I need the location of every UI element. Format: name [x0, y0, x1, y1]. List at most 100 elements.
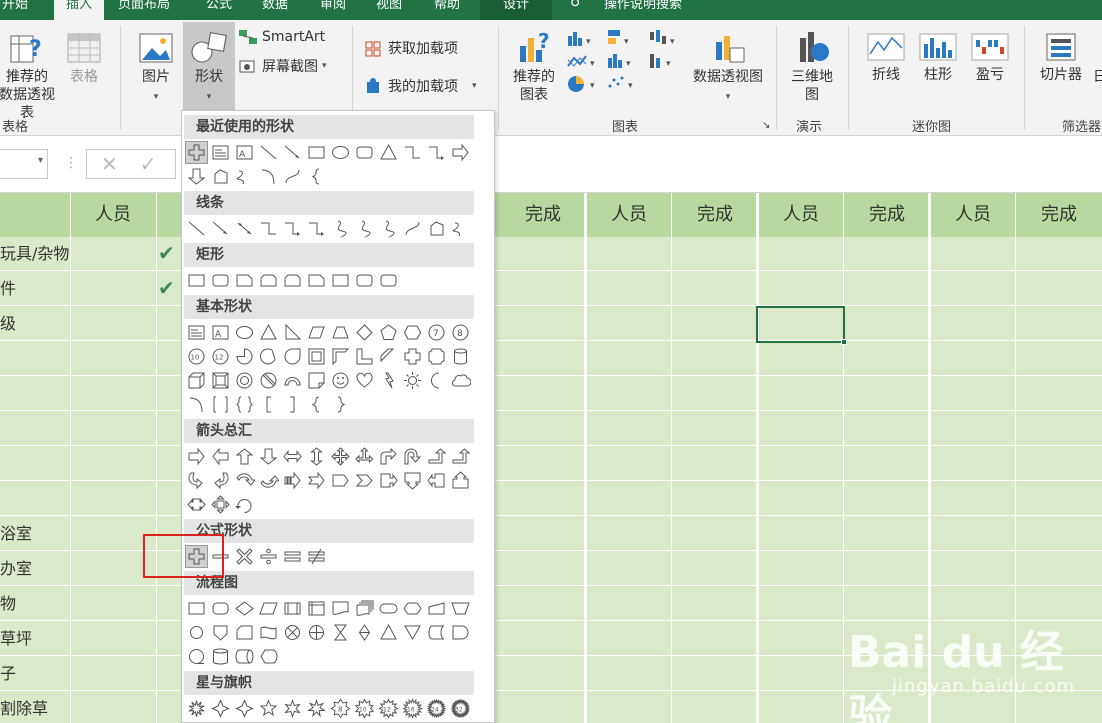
shape-item-icon[interactable]: 7 — [426, 322, 447, 343]
shape-item-icon[interactable] — [258, 166, 279, 187]
smartart-button[interactable]: SmartArt — [238, 28, 325, 46]
shape-item-icon[interactable] — [450, 598, 471, 619]
shape-item-icon[interactable] — [186, 218, 207, 239]
shape-item-icon[interactable] — [306, 446, 327, 467]
shape-item-icon[interactable] — [330, 346, 351, 367]
shape-item-icon[interactable] — [330, 322, 351, 343]
shape-item-icon[interactable] — [306, 346, 327, 367]
shape-item-icon[interactable] — [234, 346, 255, 367]
shape-item-icon[interactable] — [378, 322, 399, 343]
recommended-pivot-button[interactable]: ? 推荐的 数据透视表 — [0, 30, 56, 122]
shape-item-icon[interactable]: 8 — [330, 698, 351, 719]
shape-item-icon[interactable] — [354, 598, 375, 619]
shape-item-icon[interactable] — [354, 322, 375, 343]
shape-item-icon[interactable] — [210, 142, 231, 163]
shape-item-icon[interactable] — [330, 270, 351, 291]
shape-item-icon[interactable] — [378, 446, 399, 467]
shape-item-icon[interactable] — [210, 270, 231, 291]
shape-item-icon[interactable] — [402, 142, 423, 163]
shape-item-icon[interactable] — [354, 346, 375, 367]
shape-item-icon[interactable] — [210, 494, 231, 515]
shape-item-icon[interactable] — [186, 270, 207, 291]
shape-item-icon[interactable] — [282, 622, 303, 643]
shape-item-icon[interactable] — [450, 142, 471, 163]
shape-item-icon[interactable] — [450, 622, 471, 643]
shape-item-icon[interactable] — [330, 218, 351, 239]
shape-item-icon[interactable]: 12 — [210, 346, 231, 367]
chart-types-icon[interactable]: ▾ ▾ ▾ ▾ ▾ ▾ ▾ ▾ — [566, 28, 686, 110]
shape-item-icon[interactable] — [234, 270, 255, 291]
shape-item-icon[interactable]: 32 — [450, 698, 471, 719]
shape-item-icon[interactable] — [402, 346, 423, 367]
shape-item-icon[interactable] — [258, 346, 279, 367]
shape-item-icon[interactable] — [306, 370, 327, 391]
shape-item-icon[interactable] — [354, 470, 375, 491]
picture-button[interactable]: 图片 ▾ — [132, 30, 180, 106]
shape-item-icon[interactable] — [186, 370, 207, 391]
tab-view[interactable]: 视图 — [374, 0, 404, 20]
shape-item-icon[interactable] — [426, 370, 447, 391]
shape-item-icon[interactable] — [186, 322, 207, 343]
cancel-icon[interactable]: ✕ — [101, 152, 118, 176]
my-addins-button[interactable]: 我的加载项 ▾ — [364, 76, 477, 96]
shape-item-icon[interactable] — [234, 470, 255, 491]
shape-item-icon[interactable] — [282, 546, 303, 567]
shape-item-icon[interactable] — [426, 622, 447, 643]
shape-item-icon[interactable] — [210, 622, 231, 643]
shape-item-icon[interactable] — [330, 394, 351, 415]
shape-item-icon[interactable] — [258, 322, 279, 343]
shape-item-icon[interactable] — [282, 142, 303, 163]
shape-item-icon[interactable] — [450, 370, 471, 391]
shape-item-icon[interactable] — [426, 142, 447, 163]
tab-design[interactable]: 设计 — [480, 0, 552, 20]
shape-item-icon[interactable] — [258, 370, 279, 391]
sparkline-line-button[interactable]: 折线 — [864, 30, 908, 84]
shape-item-icon[interactable] — [210, 166, 231, 187]
shape-item-icon[interactable] — [378, 346, 399, 367]
shape-item-icon[interactable] — [282, 698, 303, 719]
shape-item-icon[interactable]: 10 — [186, 346, 207, 367]
enter-icon[interactable]: ✓ — [140, 152, 157, 176]
shape-item-icon[interactable] — [306, 622, 327, 643]
shape-item-icon[interactable] — [426, 218, 447, 239]
shape-item-icon[interactable] — [282, 218, 303, 239]
shape-item-icon[interactable] — [354, 446, 375, 467]
shape-item-icon[interactable] — [306, 598, 327, 619]
shape-item-icon[interactable] — [306, 470, 327, 491]
resize-handle-icon[interactable]: ⋮ — [64, 155, 78, 171]
shape-item-icon[interactable] — [234, 698, 255, 719]
shape-item-icon[interactable] — [282, 394, 303, 415]
get-addins-button[interactable]: 获取加载项 — [364, 38, 458, 58]
tab-review[interactable]: 审阅 — [318, 0, 348, 20]
shape-item-icon[interactable] — [234, 598, 255, 619]
shape-item-icon[interactable] — [186, 446, 207, 467]
shape-item-icon[interactable] — [402, 370, 423, 391]
sparkline-winloss-button[interactable]: 盈亏 — [968, 30, 1012, 84]
shape-item-icon[interactable] — [354, 370, 375, 391]
pivot-chart-button[interactable]: 数据透视图 ▾ — [688, 28, 768, 106]
shape-item-icon[interactable] — [402, 598, 423, 619]
shape-item-icon[interactable] — [354, 218, 375, 239]
shape-item-icon[interactable] — [234, 546, 255, 567]
shape-item-icon[interactable] — [306, 394, 327, 415]
shape-item-icon[interactable] — [234, 370, 255, 391]
shape-item-icon[interactable]: 16 — [402, 697, 423, 719]
shape-item-icon[interactable] — [186, 646, 207, 667]
shape-item-icon[interactable] — [282, 446, 303, 467]
shape-item-icon[interactable] — [234, 646, 255, 667]
tab-help[interactable]: 帮助 — [432, 0, 462, 20]
shape-item-icon[interactable] — [354, 622, 375, 643]
tab-data[interactable]: 数据 — [260, 0, 290, 20]
screenshot-button[interactable]: 屏幕截图 ▾ — [238, 56, 327, 76]
shape-item-icon[interactable] — [234, 494, 255, 515]
shape-item-icon[interactable] — [210, 598, 231, 619]
timeline-button[interactable]: 日 — [1090, 68, 1102, 86]
shape-item-icon[interactable] — [306, 698, 327, 719]
shape-item-icon[interactable] — [186, 698, 207, 719]
selected-cell[interactable] — [756, 306, 847, 345]
shape-item-icon[interactable] — [282, 370, 303, 391]
shape-item-icon[interactable] — [378, 470, 399, 491]
shape-item-icon[interactable] — [378, 270, 399, 291]
shape-item-icon[interactable] — [426, 346, 447, 367]
shape-item-icon[interactable] — [354, 142, 375, 163]
